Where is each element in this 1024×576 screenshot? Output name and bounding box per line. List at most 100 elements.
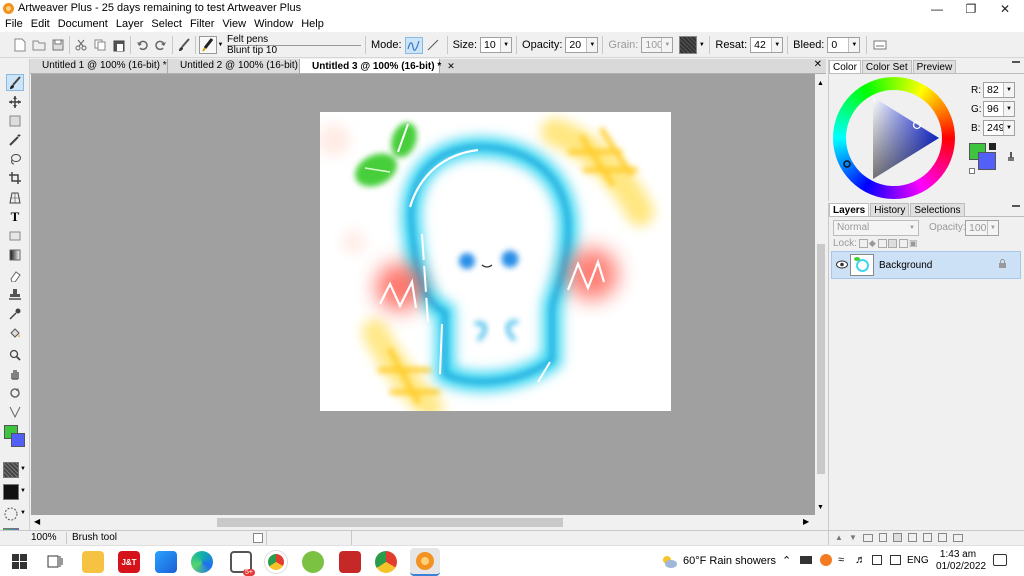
color-triangle[interactable] — [833, 77, 955, 199]
chevron-down-icon[interactable]: ▼ — [771, 38, 783, 52]
close-button[interactable]: ✕ — [988, 0, 1022, 17]
menu-help[interactable]: Help — [297, 17, 328, 32]
clone-stamp-tool[interactable] — [6, 286, 24, 303]
document-info-icon[interactable] — [253, 533, 263, 543]
text-tool[interactable]: T — [6, 208, 24, 225]
mode-freehand-button[interactable] — [404, 36, 423, 54]
menu-view[interactable]: View — [218, 17, 250, 32]
paper-texture-swatch[interactable] — [679, 36, 698, 54]
tab-untitled-3[interactable]: Untitled 3 @ 100% (16-bit) * ✕ — [300, 59, 455, 73]
lock-position-checkbox[interactable] — [877, 239, 887, 248]
new-group-icon[interactable] — [863, 533, 873, 542]
pattern-swatch[interactable] — [3, 484, 19, 500]
zoom-tool[interactable] — [6, 346, 24, 363]
eyedropper-icon[interactable] — [1005, 151, 1017, 166]
hand-tool[interactable] — [6, 365, 24, 382]
open-folder-icon[interactable] — [31, 37, 47, 53]
volume-icon[interactable]: ♬ — [855, 554, 866, 566]
opacity-input[interactable]: 20 ▼ — [565, 37, 599, 53]
copy-icon[interactable] — [92, 37, 108, 53]
layer-properties-icon[interactable] — [953, 533, 963, 542]
messaging-app-icon[interactable]: 5+ — [230, 551, 255, 576]
wifi-icon[interactable]: ≈ — [838, 554, 844, 566]
perspective-tool[interactable] — [6, 189, 24, 206]
menu-file[interactable]: File — [0, 17, 27, 32]
size-input[interactable]: 10 ▼ — [480, 37, 513, 53]
menu-edit[interactable]: Edit — [27, 17, 54, 32]
artweaver-taskbar-icon[interactable] — [410, 548, 440, 576]
redo-icon[interactable] — [153, 37, 169, 53]
tray-app-icon[interactable] — [800, 556, 812, 564]
lock-all-checkbox[interactable] — [898, 239, 908, 248]
panel-menu-icon[interactable] — [1012, 61, 1020, 64]
pen-icon[interactable] — [890, 555, 901, 565]
delete-layer-icon[interactable] — [938, 533, 947, 542]
rotate-view-tool[interactable] — [6, 384, 24, 401]
chevron-up-icon[interactable]: ▲ — [817, 80, 824, 87]
transform-tool[interactable] — [6, 403, 24, 420]
secondary-color-swatch[interactable] — [11, 433, 25, 447]
color-swatches[interactable] — [4, 425, 26, 449]
vertical-scroll-thumb[interactable] — [817, 244, 825, 474]
brush-tool-icon[interactable] — [176, 37, 192, 53]
chrome-profile-icon[interactable] — [375, 551, 397, 573]
brush-options-icon[interactable] — [872, 37, 888, 53]
lasso-tool[interactable] — [6, 150, 24, 167]
eye-icon[interactable] — [836, 260, 848, 272]
brush-tool[interactable] — [6, 74, 24, 91]
paste-icon[interactable] — [111, 37, 127, 53]
tab-color[interactable]: Color — [829, 60, 861, 73]
brush-shape-icon[interactable] — [3, 506, 19, 522]
primary-color-swatch[interactable] — [978, 152, 996, 170]
chevron-down-icon[interactable]: ▼ — [1003, 121, 1014, 135]
jt-app-icon[interactable]: J&T — [118, 551, 140, 573]
layer-mask-icon[interactable] — [893, 533, 902, 542]
edge-browser-icon[interactable] — [191, 551, 213, 573]
merge-layer-icon[interactable] — [923, 533, 932, 542]
minimize-button[interactable]: — — [920, 0, 954, 17]
tab-selections[interactable]: Selections — [910, 203, 965, 216]
eyedropper-tool[interactable] — [6, 305, 24, 322]
tab-color-set[interactable]: Color Set — [861, 60, 912, 73]
blue-input[interactable]: 249 ▼ — [983, 120, 1015, 136]
green-input[interactable]: 96 ▼ — [983, 101, 1015, 117]
horizontal-scroll-thumb[interactable] — [217, 518, 563, 527]
chevron-down-icon[interactable]: ▼ — [698, 42, 705, 48]
tab-untitled-2[interactable]: Untitled 2 @ 100% (16-bit) — [168, 59, 300, 73]
chevron-down-icon[interactable]: ▼ — [848, 38, 860, 52]
color-wheel[interactable] — [833, 77, 955, 199]
menu-layer[interactable]: Layer — [112, 17, 148, 32]
eraser-tool[interactable] — [6, 267, 24, 284]
chevron-right-icon[interactable]: ▶ — [803, 517, 809, 526]
gradient-tool[interactable] — [6, 246, 24, 263]
bleed-input[interactable]: 0 ▼ — [827, 37, 861, 53]
close-icon[interactable]: ✕ — [447, 59, 455, 73]
tab-layers[interactable]: Layers — [829, 203, 870, 216]
menu-document[interactable]: Document — [54, 17, 112, 32]
chrome-browser-icon[interactable] — [265, 551, 287, 573]
battery-icon[interactable] — [872, 555, 882, 565]
cut-icon[interactable] — [73, 37, 89, 53]
crop-tool[interactable] — [6, 169, 24, 186]
drawing-canvas[interactable] — [320, 112, 671, 411]
notification-icon[interactable] — [993, 554, 1007, 566]
clock[interactable]: 1:43 am 01/02/2022 — [936, 549, 986, 573]
chevron-up-icon[interactable]: ⌃ — [782, 554, 791, 567]
new-layer-icon[interactable] — [879, 533, 887, 542]
panel-menu-icon[interactable] — [1012, 205, 1020, 208]
move-layer-down-icon[interactable]: ▼ — [849, 533, 863, 542]
menu-filter[interactable]: Filter — [186, 17, 218, 32]
panel-color-swatches[interactable] — [969, 143, 1009, 175]
menu-window[interactable]: Window — [250, 17, 297, 32]
lock-transparency-checkbox[interactable] — [858, 239, 868, 248]
task-view-icon[interactable] — [47, 554, 63, 573]
shape-tool[interactable] — [6, 227, 24, 244]
zoom-readout[interactable]: 100% — [31, 532, 67, 544]
layer-row[interactable]: Background — [831, 251, 1021, 279]
new-file-icon[interactable] — [12, 37, 28, 53]
windows-start-icon[interactable] — [12, 554, 28, 573]
tab-preview[interactable]: Preview — [912, 60, 957, 73]
chevron-down-icon[interactable]: ▼ — [1003, 83, 1014, 97]
paper-texture-swatch[interactable] — [3, 462, 19, 478]
resat-input[interactable]: 42 ▼ — [750, 37, 784, 53]
